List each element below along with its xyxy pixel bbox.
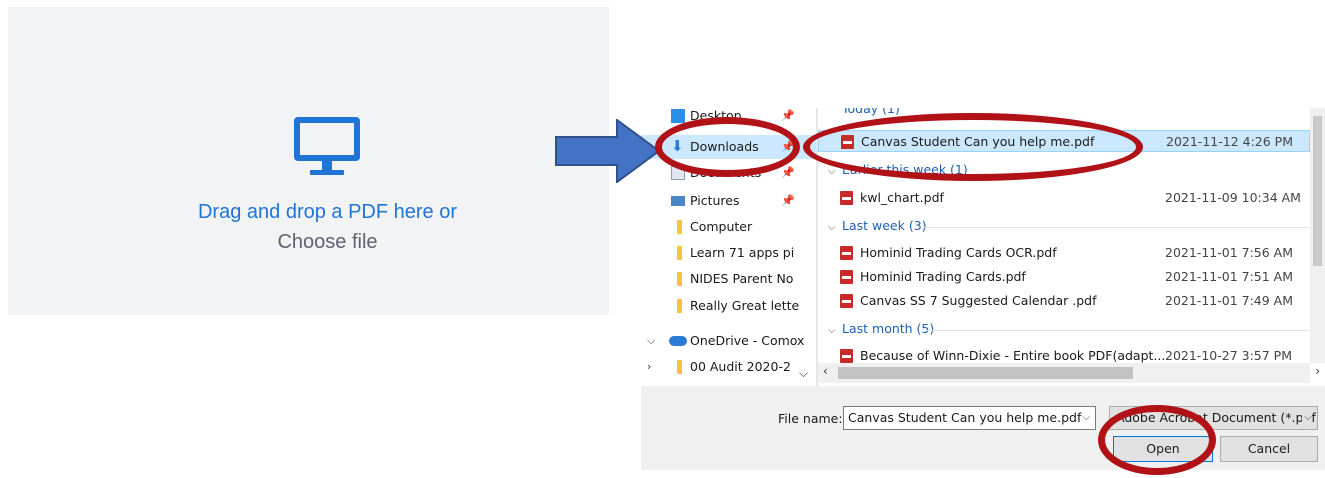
nav-item-00-audit[interactable]: › 00 Audit 2020-2 (641, 355, 816, 379)
cancel-button[interactable]: Cancel (1220, 436, 1318, 462)
group-header-last-week[interactable]: ⌵ Last week (3) (828, 216, 927, 236)
chevron-down-icon[interactable]: ⌵ (1082, 407, 1090, 429)
folder-icon (677, 272, 682, 286)
pdf-file-icon (840, 191, 853, 205)
choose-file-link[interactable]: Choose file (0, 231, 655, 254)
chevron-up-icon: ⌃ (828, 108, 837, 116)
chevron-right-icon[interactable]: › (647, 355, 651, 379)
pictures-icon (671, 196, 685, 206)
vertical-scrollbar[interactable] (1310, 108, 1325, 363)
pdf-file-icon (840, 270, 853, 284)
red-circle-open-button (1098, 405, 1216, 475)
chevron-down-icon[interactable]: ⌵ (647, 329, 655, 353)
file-name-input[interactable]: Canvas Student Can you help me.pdf ⌵ (843, 406, 1096, 430)
pdf-file-icon (840, 349, 853, 363)
file-row-kwl-chart[interactable]: kwl_chart.pdf 2021-11-09 10:34 AM (818, 187, 1310, 209)
nav-item-pictures[interactable]: Pictures 📌 (641, 189, 816, 213)
nav-item-onedrive[interactable]: ⌵ OneDrive - Comox (641, 329, 816, 353)
file-name-label: File name: (778, 411, 843, 426)
file-row-hominid[interactable]: Hominid Trading Cards.pdf 2021-11-01 7:5… (818, 266, 1310, 288)
group-divider (923, 227, 1309, 228)
blue-arrow-annotation (555, 119, 660, 183)
dialog-footer: File name: Canvas Student Can you help m… (641, 386, 1325, 470)
drag-drop-text: Drag and drop a PDF here or (197, 201, 458, 223)
folder-icon (677, 299, 682, 313)
red-circle-downloads (655, 117, 800, 177)
chevron-down-icon: ⌵ (828, 222, 836, 233)
chevron-down-icon[interactable]: ⌵ (1302, 407, 1312, 429)
folder-icon (677, 220, 682, 234)
file-row-canvas-ss7[interactable]: Canvas SS 7 Suggested Calendar .pdf 2021… (818, 290, 1310, 312)
nav-item-really-great[interactable]: Really Great lette (641, 294, 816, 318)
scroll-right-icon[interactable]: › (1315, 364, 1320, 378)
chevron-down-icon: ⌵ (828, 325, 836, 336)
file-row-hominid-ocr[interactable]: Hominid Trading Cards OCR.pdf 2021-11-01… (818, 242, 1310, 264)
desktop-folder-icon (671, 109, 685, 123)
group-header-last-month[interactable]: ⌵ Last month (5) (828, 319, 934, 339)
group-divider (926, 330, 1309, 331)
monitor-icon (294, 117, 360, 175)
red-circle-selected-file (803, 113, 1143, 181)
scroll-thumb[interactable] (1313, 116, 1322, 266)
onedrive-cloud-icon (669, 336, 687, 346)
horizontal-scrollbar[interactable]: ‹ › (818, 363, 1320, 383)
scroll-left-icon[interactable]: ‹ (823, 364, 828, 378)
pin-icon: 📌 (781, 109, 795, 122)
scroll-down-chevron-icon[interactable]: ⌵ (799, 366, 808, 381)
scroll-thumb[interactable] (838, 367, 1133, 379)
nav-item-computer[interactable]: Computer (641, 215, 816, 239)
folder-icon (677, 360, 682, 374)
pdf-file-icon (840, 246, 853, 260)
nav-item-learn-71-apps[interactable]: Learn 71 apps pi (641, 241, 816, 265)
folder-icon (677, 246, 682, 260)
pin-icon: 📌 (781, 194, 795, 207)
nav-item-nides-parent[interactable]: NIDES Parent No (641, 267, 816, 291)
pdf-file-icon (840, 294, 853, 308)
